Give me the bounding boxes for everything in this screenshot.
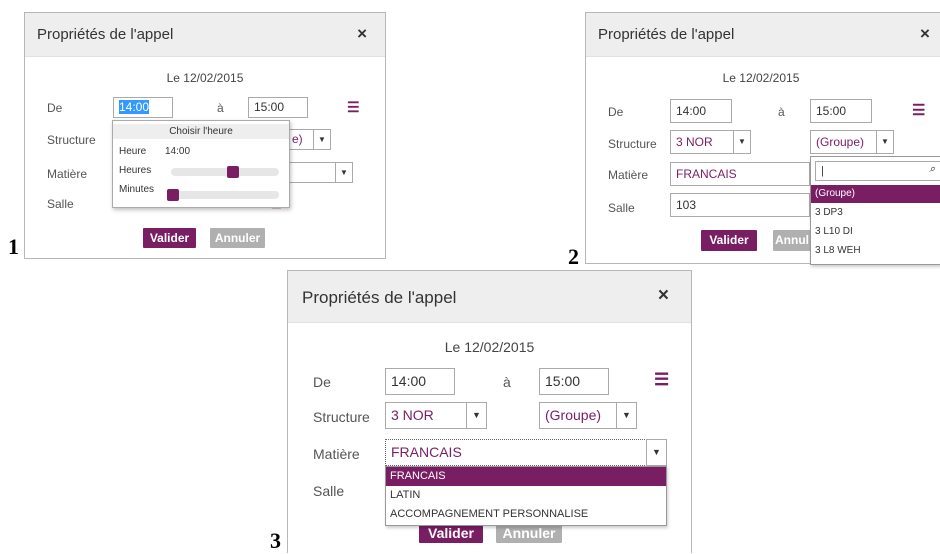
- annuler-button[interactable]: Annul: [773, 230, 811, 251]
- chevron-down-icon[interactable]: ▼: [646, 439, 667, 466]
- de-value: 14:00: [119, 100, 150, 114]
- chevron-down-icon[interactable]: ▼: [876, 130, 894, 154]
- heure-label: Heure: [119, 146, 147, 157]
- matiere-label: Matière: [313, 446, 360, 462]
- search-icon: ⌕: [929, 163, 936, 175]
- chevron-down-icon[interactable]: ▼: [466, 402, 487, 429]
- matiere-option[interactable]: LATIN: [386, 486, 666, 505]
- de-input[interactable]: 14:00: [670, 99, 732, 123]
- matiere-select[interactable]: FRANCAIS: [385, 439, 647, 466]
- a-label: à: [217, 101, 224, 115]
- date-label: Le 12/02/2015: [444, 339, 535, 355]
- salle-label: Salle: [608, 201, 635, 215]
- chevron-down-icon[interactable]: ▼: [313, 129, 331, 150]
- structure-label: Structure: [47, 133, 96, 147]
- de-input[interactable]: 14:00: [385, 368, 455, 395]
- close-icon[interactable]: ×: [920, 24, 930, 44]
- dialog-header: Propriétés de l'appel ×: [586, 13, 940, 57]
- groupe-dropdown: | ⌕ (Groupe) 3 DP3 3 L10 DI 3 L8 WEH: [810, 156, 940, 265]
- valider-button[interactable]: Valider: [419, 523, 483, 543]
- heure-value: 14:00: [165, 146, 191, 157]
- groupe-select[interactable]: (Groupe): [810, 130, 878, 154]
- matiere-option[interactable]: ACCOMPAGNEMENT PERSONNALISE: [386, 505, 666, 524]
- dialog-2: Propriétés de l'appel × Le 12/02/2015 De…: [585, 12, 940, 265]
- a-label: à: [503, 374, 511, 390]
- date-label: Le 12/02/2015: [166, 71, 244, 85]
- de-label: De: [47, 101, 63, 115]
- groupe-option[interactable]: (Groupe): [811, 185, 940, 203]
- minutes-slider[interactable]: [167, 191, 279, 199]
- salle-label: Salle: [47, 197, 74, 211]
- structure-select[interactable]: 3 NOR: [385, 402, 467, 429]
- groupe-option[interactable]: 3 DP3: [811, 204, 940, 222]
- groupe-select[interactable]: e): [287, 129, 315, 150]
- matiere-select[interactable]: FRANCAIS: [670, 162, 810, 186]
- panel-number-1: 1: [8, 234, 19, 259]
- panel-number-2: 2: [568, 244, 579, 269]
- dialog-title: Propriétés de l'appel: [37, 26, 174, 43]
- date-label: Le 12/02/2015: [722, 71, 800, 85]
- valider-button[interactable]: Valider: [701, 230, 757, 251]
- minutes-slider-handle[interactable]: [167, 189, 179, 201]
- groupe-option[interactable]: 3 L10 DI: [811, 223, 940, 241]
- matiere-option[interactable]: FRANCAIS: [386, 467, 666, 486]
- dialog-3: Propriétés de l'appel × Le 12/02/2015 De…: [287, 270, 692, 553]
- annuler-button[interactable]: Annuler: [210, 228, 265, 248]
- salle-label: Salle: [313, 483, 345, 499]
- close-icon[interactable]: ×: [357, 24, 367, 44]
- matiere-dropdown: FRANCAIS LATIN ACCOMPAGNEMENT PERSONNALISE: [385, 466, 667, 526]
- a-input[interactable]: 15:00: [810, 99, 872, 123]
- hours-slider-handle[interactable]: [226, 166, 239, 178]
- list-icon[interactable]: ☰: [912, 101, 925, 119]
- de-input[interactable]: 14:00: [113, 97, 173, 118]
- list-icon[interactable]: ☰: [347, 99, 360, 116]
- dialog-title: Propriétés de l'appel: [302, 288, 457, 307]
- groupe-search-input[interactable]: |: [815, 161, 940, 181]
- a-input[interactable]: 15:00: [539, 368, 609, 395]
- annuler-button[interactable]: Annuler: [496, 523, 562, 543]
- heures-label: Heures: [119, 165, 152, 176]
- salle-input[interactable]: 103: [670, 193, 810, 217]
- list-icon[interactable]: ☰: [654, 370, 669, 390]
- chevron-down-icon[interactable]: ▼: [733, 130, 751, 154]
- hours-slider[interactable]: [171, 168, 279, 176]
- chevron-down-icon[interactable]: ▼: [335, 162, 353, 183]
- chevron-down-icon[interactable]: ▼: [616, 402, 637, 429]
- a-label: à: [778, 105, 785, 119]
- dialog-title: Propriétés de l'appel: [598, 26, 735, 43]
- time-picker-popup: Choisir l'heure Heure 14:00 Heures Minut…: [112, 120, 290, 208]
- a-input[interactable]: 15:00: [248, 97, 308, 118]
- structure-label: Structure: [313, 409, 370, 425]
- valider-button[interactable]: Valider: [143, 228, 196, 248]
- structure-label: Structure: [608, 137, 657, 151]
- groupe-option[interactable]: 3 L8 WEH: [811, 242, 940, 260]
- de-label: De: [608, 105, 624, 119]
- dialog-header: Propriétés de l'appel ×: [25, 13, 385, 57]
- dialog-header: Propriétés de l'appel ×: [288, 271, 691, 323]
- structure-select[interactable]: 3 NOR: [670, 130, 734, 154]
- matiere-label: Matière: [47, 167, 88, 181]
- de-label: De: [313, 374, 331, 390]
- matiere-select[interactable]: [287, 162, 337, 183]
- groupe-select[interactable]: (Groupe): [539, 402, 617, 429]
- matiere-label: Matière: [608, 168, 649, 182]
- minutes-label: Minutes: [119, 184, 155, 195]
- dialog-1: Propriétés de l'appel × Le 12/02/2015 De…: [24, 12, 386, 259]
- time-picker-title: Choisir l'heure: [113, 124, 289, 139]
- close-icon[interactable]: ×: [658, 285, 669, 307]
- panel-number-3: 3: [270, 528, 281, 553]
